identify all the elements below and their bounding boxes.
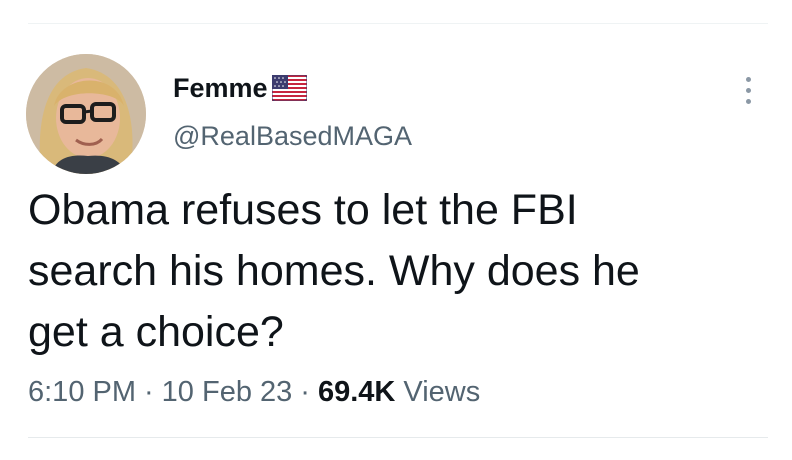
- bottom-divider: [28, 437, 768, 438]
- user-handle[interactable]: @RealBasedMAGA: [173, 118, 412, 154]
- meta-separator: ·: [144, 376, 154, 408]
- display-name[interactable]: Femme: [173, 70, 268, 106]
- avatar-image: [26, 54, 146, 174]
- top-divider: [28, 23, 768, 24]
- display-name-row: Femme: [173, 70, 308, 106]
- tweet-date[interactable]: 10 Feb 23: [162, 376, 293, 408]
- tweet-time[interactable]: 6:10 PM: [28, 376, 136, 408]
- meta-separator: ·: [300, 376, 310, 408]
- views-count[interactable]: 69.4K: [318, 376, 395, 408]
- more-vertical-icon-dot: [745, 98, 751, 104]
- avatar[interactable]: [26, 54, 146, 174]
- us-flag-icon: [271, 74, 308, 102]
- tweet-meta: 6:10 PM · 10 Feb 23 · 69.4K Views: [28, 372, 480, 412]
- more-options-button[interactable]: [736, 70, 760, 110]
- more-vertical-icon: [745, 76, 751, 82]
- tweet-text: Obama refuses to let the FBI search his …: [28, 186, 640, 356]
- more-vertical-icon-dot: [745, 87, 751, 93]
- views-label[interactable]: Views: [403, 376, 480, 408]
